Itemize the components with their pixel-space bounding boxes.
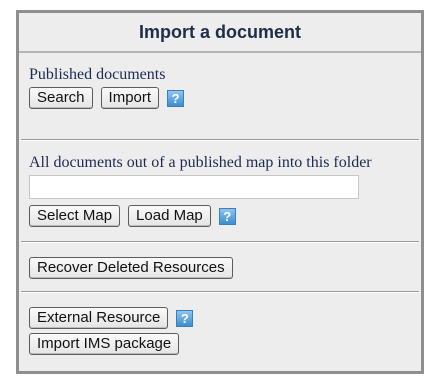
map-path-input[interactable]	[29, 175, 359, 199]
published-map-label: All documents out of a published map int…	[29, 154, 372, 171]
external-resource-button[interactable]: External Resource	[29, 307, 169, 329]
published-map-section: All documents out of a published map int…	[19, 141, 421, 241]
import-document-panel: Import a document Published documents Se…	[16, 10, 424, 374]
published-documents-section: Published documents Search Import ?	[19, 53, 421, 139]
help-icon[interactable]: ?	[167, 89, 185, 107]
recover-actions: Recover Deleted Resources	[29, 257, 411, 279]
import-button[interactable]: Import	[100, 87, 160, 109]
help-icon[interactable]: ?	[218, 207, 236, 225]
help-icon[interactable]: ?	[176, 309, 194, 327]
external-section: External Resource ? Import IMS package	[19, 293, 421, 355]
select-map-button[interactable]: Select Map	[29, 205, 121, 227]
panel-title: Import a document	[19, 13, 421, 53]
published-documents-actions: Search Import ?	[29, 87, 411, 109]
search-button[interactable]: Search	[29, 87, 93, 109]
published-documents-label: Published documents	[29, 66, 166, 83]
load-map-button[interactable]: Load Map	[128, 205, 211, 227]
import-ims-actions: Import IMS package	[29, 333, 411, 355]
external-resource-actions: External Resource ?	[29, 307, 411, 329]
published-map-actions: Select Map Load Map ?	[29, 205, 411, 227]
recover-section: Recover Deleted Resources	[19, 243, 421, 291]
import-ims-package-button[interactable]: Import IMS package	[29, 333, 180, 355]
recover-deleted-resources-button[interactable]: Recover Deleted Resources	[29, 257, 233, 279]
